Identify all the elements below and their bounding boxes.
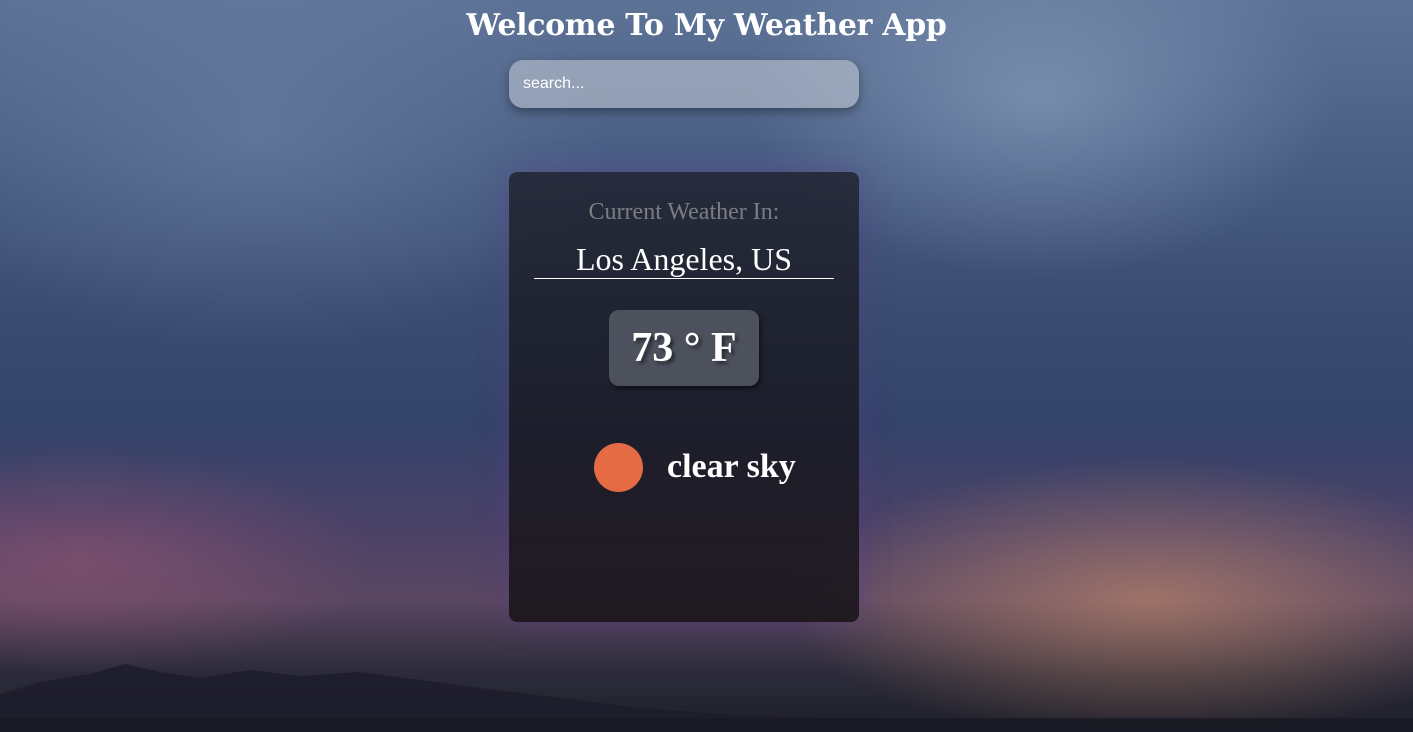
temperature-value: 73 ° F	[631, 325, 737, 371]
location-name: Los Angeles, US	[534, 240, 834, 279]
weather-condition: clear sky	[594, 442, 796, 492]
sun-icon	[594, 442, 643, 492]
search-input[interactable]	[509, 60, 859, 108]
weather-card: Current Weather In: Los Angeles, US 73 °…	[509, 172, 859, 622]
page-title: Welcome To My Weather App	[466, 8, 947, 43]
current-weather-label: Current Weather In:	[588, 199, 780, 225]
condition-label: clear sky	[667, 448, 796, 485]
mountain-silhouette	[0, 664, 1413, 732]
temperature-badge: 73 ° F	[609, 310, 759, 386]
